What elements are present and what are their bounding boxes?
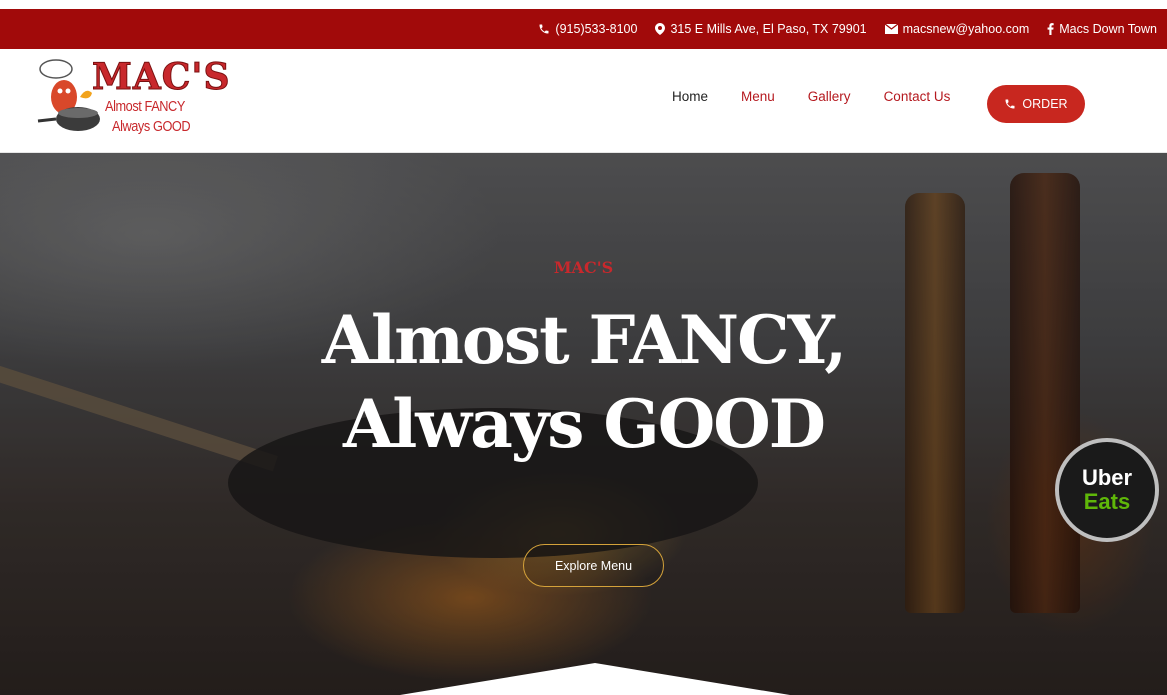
uber-eats-line-1: Uber: [1081, 465, 1133, 490]
nav-menu[interactable]: Menu: [741, 89, 775, 104]
uber-eats-line-2: Eats: [1083, 489, 1131, 514]
main-nav: Home Menu Gallery Contact Us: [672, 89, 983, 104]
phone-icon: [1005, 99, 1015, 109]
logo[interactable]: MAC'S Almost FANCY Always GOOD: [30, 57, 230, 141]
facebook-icon: [1047, 23, 1054, 35]
email-text: macsnew@yahoo.com: [902, 22, 1030, 36]
envelope-icon: [884, 24, 898, 34]
logo-tagline-2: Always GOOD: [112, 118, 191, 135]
nav-home[interactable]: Home: [672, 89, 708, 104]
email-link[interactable]: macsnew@yahoo.com: [884, 22, 1030, 36]
site-header: MAC'S Almost FANCY Always GOOD Home Menu…: [0, 49, 1167, 153]
hero-title-line-1: Almost FANCY,: [321, 301, 847, 379]
contact-bar: (915)533-8100 315 E Mills Ave, El Paso, …: [0, 9, 1167, 49]
hero-title: Almost FANCY, Always GOOD: [0, 298, 1167, 466]
hero-brand: MAC'S: [553, 258, 614, 277]
facebook-link[interactable]: Macs Down Town: [1047, 22, 1157, 36]
explore-menu-button[interactable]: Explore Menu: [523, 544, 664, 587]
uber-eats-button[interactable]: Uber Eats: [1055, 438, 1159, 542]
nav-contact-us[interactable]: Contact Us: [884, 89, 951, 104]
map-marker-icon: [655, 23, 666, 35]
hero-title-line-2: Always GOOD: [343, 385, 826, 463]
logo-title: MAC'S: [91, 56, 231, 98]
facebook-text: Macs Down Town: [1059, 22, 1157, 36]
hero-section: MAC'S Almost FANCY, Always GOOD Explore …: [0, 153, 1167, 695]
order-button[interactable]: ORDER: [987, 85, 1085, 123]
phone-link[interactable]: (915)533-8100: [538, 22, 637, 36]
nav-gallery[interactable]: Gallery: [808, 89, 851, 104]
top-spacer: [0, 0, 1167, 9]
phone-text: (915)533-8100: [555, 22, 638, 36]
address-link[interactable]: 315 E Mills Ave, El Paso, TX 79901: [655, 22, 867, 36]
section-divider: [400, 663, 790, 695]
logo-tagline-1: Almost FANCY: [105, 98, 185, 115]
phone-icon: [538, 23, 550, 35]
address-text: 315 E Mills Ave, El Paso, TX 79901: [670, 22, 867, 36]
order-label: ORDER: [1022, 97, 1068, 111]
